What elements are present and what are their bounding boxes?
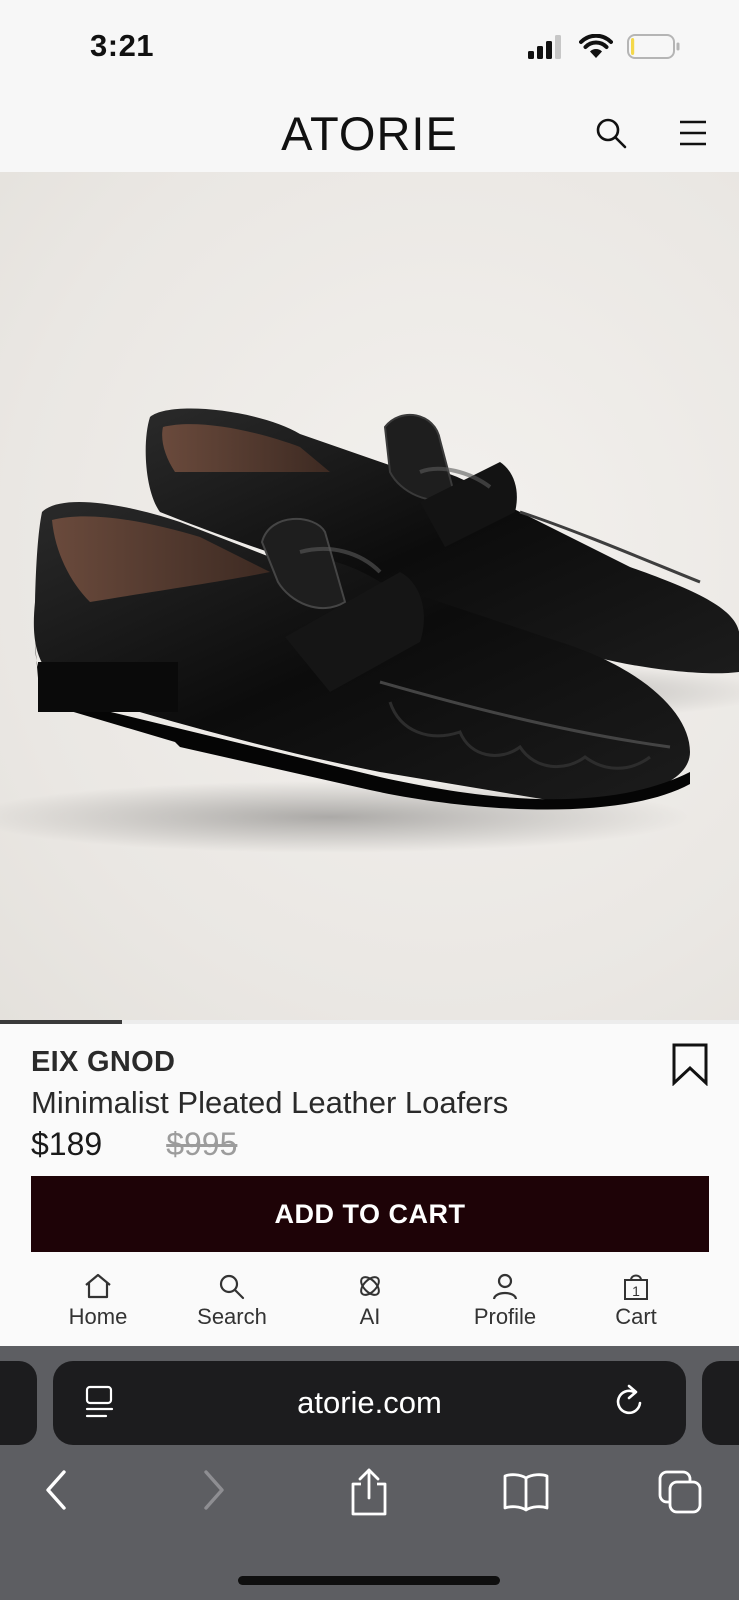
browser-chrome: atorie.com — [0, 1346, 739, 1600]
address-bar[interactable]: atorie.com — [53, 1361, 686, 1445]
next-tab-preview[interactable] — [702, 1361, 739, 1445]
cart-wrap: ADD TO CART — [0, 1172, 739, 1268]
product-info: EIX GNOD Minimalist Pleated Leather Loaf… — [0, 1024, 739, 1174]
loafers-illustration — [0, 408, 739, 853]
menu-icon[interactable] — [678, 118, 708, 148]
search-icon[interactable] — [594, 116, 628, 150]
bottom-nav: Home Search AI Profile 1 Cart — [0, 1268, 739, 1346]
nav-label-home: Home — [68, 1304, 128, 1329]
original-price: $995 — [166, 1126, 238, 1162]
home-indicator — [238, 1576, 500, 1585]
url-text[interactable]: atorie.com — [53, 1385, 686, 1421]
nav-item-cart[interactable]: 1 Cart — [576, 1272, 696, 1330]
reload-icon[interactable] — [614, 1383, 646, 1419]
nav-item-home[interactable]: Home — [38, 1272, 158, 1330]
nav-label-search: Search — [197, 1304, 267, 1329]
battery-icon — [627, 34, 680, 59]
cart-icon: 1 — [624, 1274, 648, 1300]
nav-item-profile[interactable]: Profile — [445, 1272, 565, 1330]
profile-icon — [492, 1273, 518, 1300]
nav-label-ai: AI — [359, 1304, 381, 1329]
site-header: ATORIE — [0, 96, 739, 172]
status-bar: 3:21 — [0, 0, 739, 96]
status-time: 3:21 — [90, 28, 155, 63]
price-row: $189 $995 — [31, 1126, 237, 1163]
search-icon — [219, 1274, 245, 1300]
nav-item-search[interactable]: Search — [172, 1272, 292, 1330]
brand-logo[interactable]: ATORIE — [0, 106, 739, 161]
wifi-icon — [579, 34, 613, 58]
cellular-signal-icon — [528, 34, 561, 59]
bookmarks-icon[interactable] — [502, 1472, 550, 1512]
nav-item-ai[interactable]: AI — [310, 1272, 430, 1330]
tabs-icon[interactable] — [658, 1470, 704, 1514]
nav-label-profile: Profile — [473, 1304, 537, 1329]
product-title: Minimalist Pleated Leather Loafers — [31, 1085, 509, 1120]
home-icon — [85, 1273, 111, 1299]
product-brand[interactable]: EIX GNOD — [31, 1046, 175, 1079]
nav-label-cart: Cart — [615, 1304, 657, 1329]
sale-price: $189 — [31, 1126, 103, 1162]
forward-icon[interactable] — [198, 1468, 228, 1512]
status-icons — [527, 34, 681, 59]
cart-badge-count: 1 — [632, 1283, 640, 1299]
add-to-cart-button[interactable]: ADD TO CART — [31, 1176, 709, 1252]
ai-icon — [360, 1276, 380, 1296]
back-icon[interactable] — [42, 1468, 72, 1512]
product-image[interactable] — [0, 172, 739, 1024]
share-icon[interactable] — [349, 1468, 389, 1516]
bookmark-icon[interactable] — [671, 1042, 709, 1086]
previous-tab-preview[interactable] — [0, 1361, 37, 1445]
